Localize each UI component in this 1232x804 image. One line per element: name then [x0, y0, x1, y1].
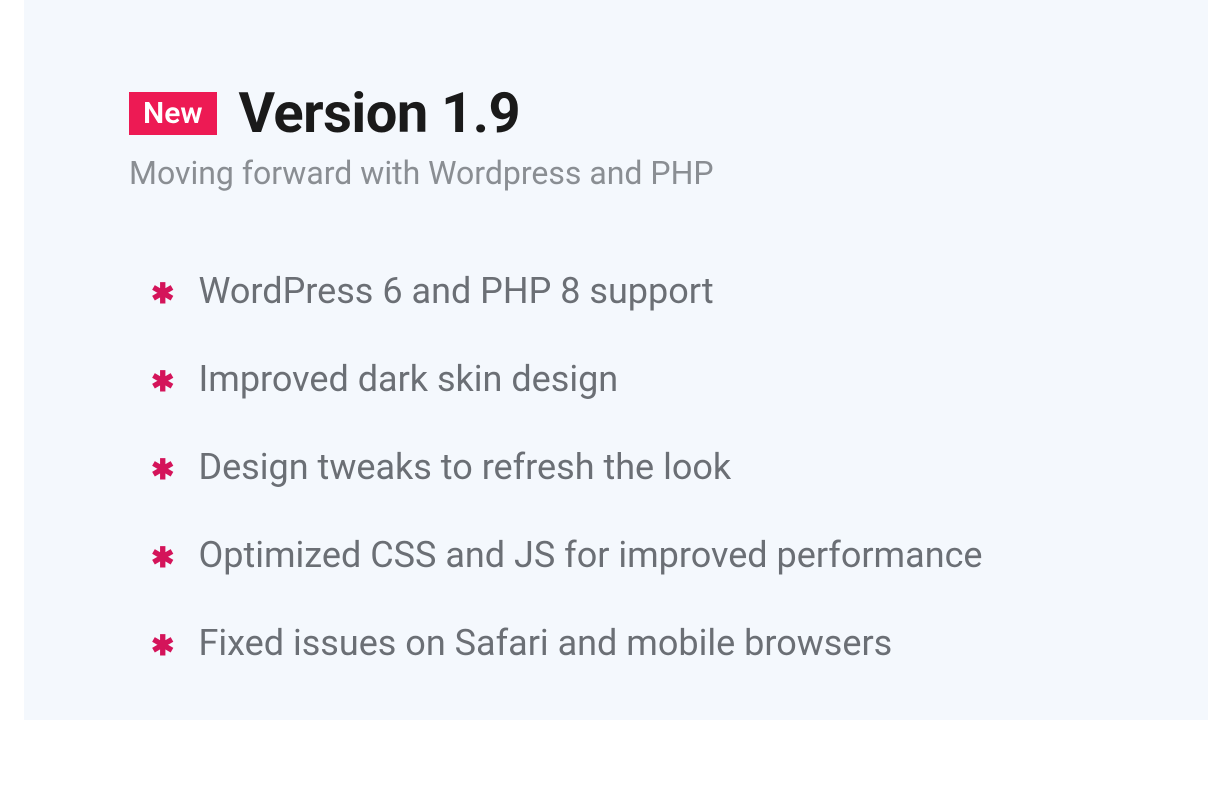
release-card: New Version 1.9 Moving forward with Word… — [24, 0, 1208, 720]
asterisk-icon: ✱ — [151, 368, 174, 396]
feature-text: Fixed issues on Safari and mobile browse… — [198, 622, 892, 664]
list-item: ✱ WordPress 6 and PHP 8 support — [151, 270, 1128, 312]
list-item: ✱ Design tweaks to refresh the look — [151, 446, 1128, 488]
asterisk-icon: ✱ — [151, 280, 174, 308]
asterisk-icon: ✱ — [151, 632, 174, 660]
asterisk-icon: ✱ — [151, 544, 174, 572]
features-list: ✱ WordPress 6 and PHP 8 support ✱ Improv… — [129, 270, 1128, 664]
new-badge: New — [129, 92, 217, 135]
header-row: New Version 1.9 — [129, 80, 1128, 146]
list-item: ✱ Improved dark skin design — [151, 358, 1128, 400]
feature-text: Improved dark skin design — [198, 358, 618, 400]
version-title: Version 1.9 — [239, 80, 521, 146]
subtitle: Moving forward with Wordpress and PHP — [129, 154, 1128, 192]
asterisk-icon: ✱ — [151, 456, 174, 484]
list-item: ✱ Fixed issues on Safari and mobile brow… — [151, 622, 1128, 664]
list-item: ✱ Optimized CSS and JS for improved perf… — [151, 534, 1128, 576]
feature-text: Design tweaks to refresh the look — [198, 446, 731, 488]
feature-text: WordPress 6 and PHP 8 support — [198, 270, 713, 312]
feature-text: Optimized CSS and JS for improved perfor… — [198, 534, 982, 576]
